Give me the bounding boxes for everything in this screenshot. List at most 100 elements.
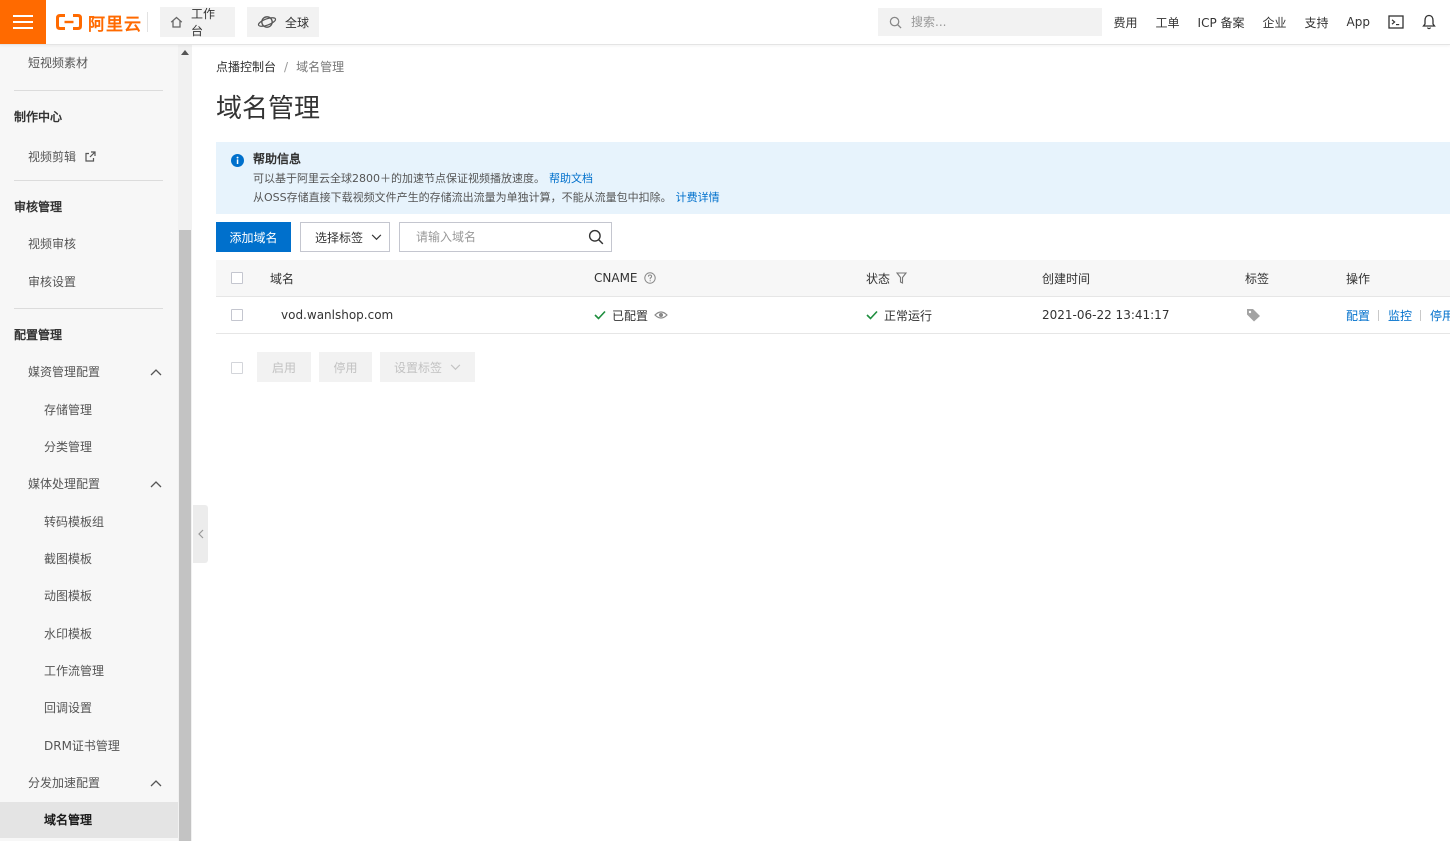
- main-content: 点播控制台 / 域名管理 域名管理 帮助信息 可以基于阿里云全球2800＋的加速…: [192, 45, 1450, 841]
- search-icon[interactable]: [889, 16, 902, 29]
- page-title: 域名管理: [216, 94, 321, 124]
- sidebar-item-label: 域名管理: [44, 813, 93, 827]
- column-header-status: 状态: [866, 260, 908, 296]
- row-checkbox[interactable]: [231, 309, 243, 321]
- nav-icp-filing[interactable]: ICP 备案: [1198, 14, 1245, 31]
- column-header-tags: 标签: [1245, 260, 1269, 296]
- region-button[interactable]: 全球: [247, 7, 319, 37]
- help-text: 可以基于阿里云全球2800＋的加速节点保证视频播放速度。: [253, 172, 545, 185]
- sidebar-item-video-editing[interactable]: 视频剪辑: [0, 139, 178, 175]
- sidebar-item-callback-settings[interactable]: 回调设置: [0, 690, 178, 726]
- add-domain-button[interactable]: 添加域名: [216, 222, 291, 252]
- select-all-checkbox[interactable]: [231, 272, 243, 284]
- column-header-domain: 域名: [270, 260, 294, 296]
- tag-select-dropdown[interactable]: 选择标签: [300, 222, 390, 252]
- nav-enterprise[interactable]: 企业: [1263, 14, 1287, 31]
- sidebar-divider: [14, 180, 163, 181]
- terminal-icon[interactable]: [1388, 15, 1404, 29]
- created-at: 2021-06-22 13:41:17: [1042, 308, 1170, 322]
- disable-link[interactable]: 停用: [1430, 307, 1450, 324]
- sidebar-item-drm-certificate[interactable]: DRM证书管理: [0, 728, 178, 764]
- domain-cell: vod.wanlshop.com: [281, 297, 393, 333]
- workbench-button[interactable]: 工作台: [160, 7, 235, 38]
- sidebar-item-label: 截图模板: [44, 552, 93, 566]
- sidebar-item-label: 回调设置: [44, 701, 93, 715]
- sidebar-item-animated-template[interactable]: 动图模板: [0, 578, 178, 614]
- menu-button[interactable]: [0, 0, 46, 44]
- sidebar-item-label: DRM证书管理: [44, 739, 120, 753]
- cname-status: 已配置: [612, 308, 649, 323]
- sidebar-item-domain-management[interactable]: 域名管理: [0, 802, 178, 838]
- chevron-up-icon[interactable]: [150, 779, 162, 787]
- bulk-select-checkbox[interactable]: [231, 362, 243, 374]
- monitor-link[interactable]: 监控: [1388, 307, 1412, 324]
- sidebar-item-label: 转码模板组: [44, 515, 105, 529]
- status-text: 正常运行: [884, 308, 933, 323]
- sidebar-item-workflow-management[interactable]: 工作流管理: [0, 653, 178, 689]
- sidebar-group-label: 分发加速配置: [28, 776, 101, 790]
- bulk-enable-button[interactable]: 启用: [257, 352, 311, 382]
- global-search: [878, 8, 1102, 36]
- filter-icon[interactable]: [896, 272, 908, 284]
- sidebar-group-media-asset-config[interactable]: 媒资管理配置: [0, 354, 178, 390]
- sidebar-item-label: 水印模板: [44, 627, 93, 641]
- external-link-icon: [85, 140, 96, 176]
- nav-support[interactable]: 支持: [1305, 14, 1329, 31]
- sidebar-collapse-handle[interactable]: [193, 505, 208, 563]
- sidebar-group-label: 媒体处理配置: [28, 477, 101, 491]
- sidebar-group-distribution-acceleration[interactable]: 分发加速配置: [0, 765, 178, 801]
- scroll-up-arrow-icon[interactable]: [181, 50, 189, 55]
- nav-tickets[interactable]: 工单: [1156, 14, 1180, 31]
- sidebar-item-video-review[interactable]: 视频审核: [0, 226, 178, 262]
- table-header: 域名 CNAME 状态 创建时间 标签 操作: [216, 260, 1450, 297]
- sidebar-item-label: 审核设置: [28, 275, 77, 289]
- cname-cell: 已配置: [594, 297, 668, 333]
- bulk-disable-button[interactable]: 停用: [319, 352, 372, 382]
- global-search-input[interactable]: [909, 10, 1089, 34]
- top-nav: 费用 工单 ICP 备案 企业 支持 App: [1114, 0, 1437, 44]
- top-bar: 阿里云 工作台 全球 费用 工单 ICP 备案 企业 支持 App: [0, 0, 1450, 45]
- action-separator: [1378, 309, 1380, 321]
- sidebar-section-title: 审核管理: [14, 200, 63, 214]
- sidebar-item-snapshot-template[interactable]: 截图模板: [0, 541, 178, 577]
- chevron-up-icon[interactable]: [150, 368, 162, 376]
- sidebar-section-production-center: 制作中心: [0, 99, 178, 135]
- check-icon: [594, 310, 606, 320]
- table-row: vod.wanlshop.com 已配置 正常运行 2021-06-22 13:…: [216, 297, 1450, 334]
- info-icon: [231, 154, 244, 167]
- domain-search-input[interactable]: [414, 226, 579, 248]
- help-doc-link[interactable]: 帮助文档: [549, 172, 593, 185]
- chevron-up-icon[interactable]: [150, 480, 162, 488]
- sidebar-group-label: 媒资管理配置: [28, 365, 101, 379]
- nav-billing[interactable]: 费用: [1114, 14, 1138, 31]
- breadcrumb: 点播控制台 / 域名管理: [216, 59, 344, 75]
- sidebar-item-review-settings[interactable]: 审核设置: [0, 264, 178, 300]
- sidebar-group-media-processing-config[interactable]: 媒体处理配置: [0, 466, 178, 502]
- help-question-icon[interactable]: [643, 272, 656, 284]
- sidebar-item-transcode-template-group[interactable]: 转码模板组: [0, 504, 178, 540]
- sidebar-item-short-video-assets[interactable]: 短视频素材: [0, 45, 178, 81]
- sidebar-item-label: 视频审核: [28, 237, 77, 251]
- actions-cell: 配置 监控 停用: [1346, 297, 1450, 333]
- bell-icon[interactable]: [1422, 14, 1436, 30]
- tag-icon[interactable]: [1246, 308, 1261, 322]
- sidebar-item-label: 动图模板: [44, 589, 93, 603]
- sidebar-item-label: 分类管理: [44, 440, 93, 454]
- alibaba-cloud-logo[interactable]: 阿里云: [55, 11, 142, 35]
- configure-link[interactable]: 配置: [1346, 307, 1370, 324]
- bulk-set-tags-button[interactable]: 设置标签: [380, 352, 475, 382]
- search-icon[interactable]: [588, 229, 604, 245]
- sidebar-section-review: 审核管理: [0, 189, 178, 225]
- sidebar-item-category-management[interactable]: 分类管理: [0, 429, 178, 465]
- billing-details-link[interactable]: 计费详情: [676, 191, 720, 204]
- bulk-set-tags-label: 设置标签: [393, 360, 442, 375]
- breadcrumb-vod-console[interactable]: 点播控制台: [216, 59, 276, 75]
- sidebar-item-storage-management[interactable]: 存储管理: [0, 392, 178, 428]
- topbar-divider: [147, 12, 148, 32]
- nav-app[interactable]: App: [1347, 15, 1370, 29]
- eye-icon[interactable]: [654, 310, 668, 320]
- bulk-enable-label: 启用: [271, 360, 296, 375]
- help-line-speed: 可以基于阿里云全球2800＋的加速节点保证视频播放速度。 帮助文档: [253, 171, 593, 187]
- sidebar-item-watermark-template[interactable]: 水印模板: [0, 616, 178, 652]
- sidebar-scrollbar-thumb[interactable]: [179, 230, 191, 841]
